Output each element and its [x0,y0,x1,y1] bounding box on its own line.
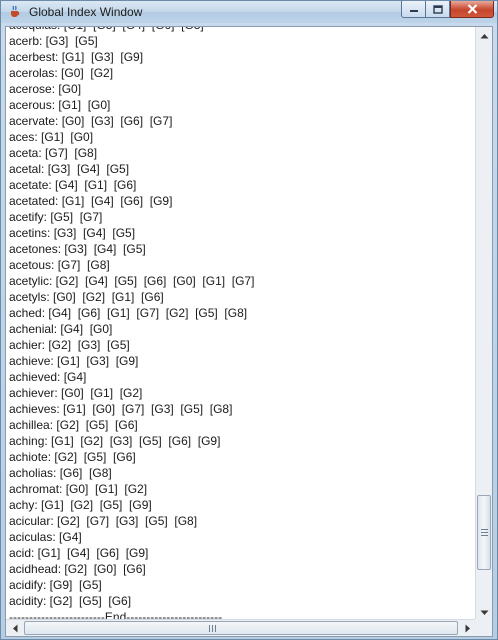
index-entry: acicular: [G2] [G7] [G3] [G5] [G8] [9,514,198,528]
index-entry: aching: [G1] [G2] [G3] [G5] [G6] [G9] [9,434,221,448]
close-button[interactable] [450,1,494,18]
index-entry: achier: [G2] [G3] [G5] [9,338,130,352]
grip-line [209,625,210,632]
index-entry: acetones: [G3] [G4] [G5] [9,242,146,256]
index-entry: achieves: [G1] [G0] [G7] [G3] [G5] [G8] [9,402,233,416]
minimize-button[interactable] [401,1,426,18]
index-lines: acequias: [G1] [G5] [G4] [G6] [G8]acerb:… [9,27,254,621]
index-entry: acerb: [G3] [G5] [9,34,98,48]
index-entry: acetins: [G3] [G4] [G5] [9,226,136,240]
title-bar[interactable]: Global Index Window [1,1,497,23]
index-entry: acetate: [G4] [G1] [G6] [9,178,137,192]
index-entry: aceta: [G7] [G8] [9,146,98,160]
grip-line [212,625,213,632]
vertical-scrollbar[interactable] [475,27,492,621]
index-entry: aciculas: [G4] [9,530,82,544]
arrow-left-icon [12,624,17,632]
index-panel: acequias: [G1] [G5] [G4] [G6] [G8]acerb:… [5,26,493,637]
grip-line [481,529,488,531]
index-entry: acetylic: [G2] [G4] [G5] [G6] [G0] [G1] … [9,274,255,288]
index-entry: acetal: [G3] [G4] [G5] [9,162,130,176]
index-entry: acetyls: [G0] [G2] [G1] [G6] [9,290,164,304]
index-entry: acerous: [G1] [G0] [9,98,111,112]
index-entry: acidity: [G2] [G5] [G6] [9,594,132,608]
index-entry: achy: [G1] [G2] [G5] [G9] [9,498,152,512]
java-coffee-icon [11,5,20,17]
index-entry: ached: [G4] [G6] [G1] [G7] [G2] [G5] [G8… [9,306,248,320]
index-entry: acerose: [G0] [9,82,82,96]
window-title: Global Index Window [29,5,143,19]
global-index-window: Global Index Window acequias: [G1] [G5] … [0,0,498,640]
index-entry: achillea: [G2] [G5] [G6] [9,418,138,432]
scrollbar-corner [475,619,492,636]
arrow-up-icon [480,33,488,38]
index-entry: acetous: [G7] [G8] [9,258,110,272]
index-entry: achieved: [G4] [9,370,87,384]
index-entry: achieve: [G1] [G3] [G9] [9,354,139,368]
index-entry: acholias: [G6] [G8] [9,466,112,480]
index-entry: acerbest: [G1] [G3] [G9] [9,50,144,64]
scroll-left-button[interactable] [6,620,23,636]
arrow-down-icon [480,610,488,615]
index-entry: acidhead: [G2] [G0] [G6] [9,562,146,576]
arrow-right-icon [465,624,470,632]
horizontal-scrollbar[interactable] [6,619,476,636]
horizontal-scroll-thumb[interactable] [24,621,458,635]
index-entry: acidify: [G9] [G5] [9,578,102,592]
scroll-up-button[interactable] [476,27,492,44]
index-entry: achiote: [G2] [G5] [G6] [9,450,136,464]
grip-line [481,532,488,534]
close-icon [467,4,477,14]
grip-line [215,625,216,632]
vertical-scroll-thumb[interactable] [477,495,491,571]
maximize-icon [432,4,443,14]
index-text-area[interactable]: acequias: [G1] [G5] [G4] [G6] [G8]acerb:… [6,27,476,621]
minimize-icon [409,10,418,12]
index-entry: acervate: [G0] [G3] [G6] [G7] [9,114,173,128]
maximize-button[interactable] [425,1,450,18]
index-entry: achiever: [G0] [G1] [G2] [9,386,143,400]
index-entry: achenial: [G4] [G0] [9,322,113,336]
index-entry: acerolas: [G0] [G2] [9,66,114,80]
index-entry: acid: [G1] [G4] [G6] [G9] [9,546,149,560]
index-entry: acetify: [G5] [G7] [9,210,103,224]
index-entry: acetated: [G1] [G4] [G6] [G9] [9,194,173,208]
index-entry: achromat: [G0] [G1] [G2] [9,482,148,496]
grip-line [481,535,488,537]
scroll-right-button[interactable] [459,620,476,636]
index-entry: aces: [G1] [G0] [9,130,94,144]
